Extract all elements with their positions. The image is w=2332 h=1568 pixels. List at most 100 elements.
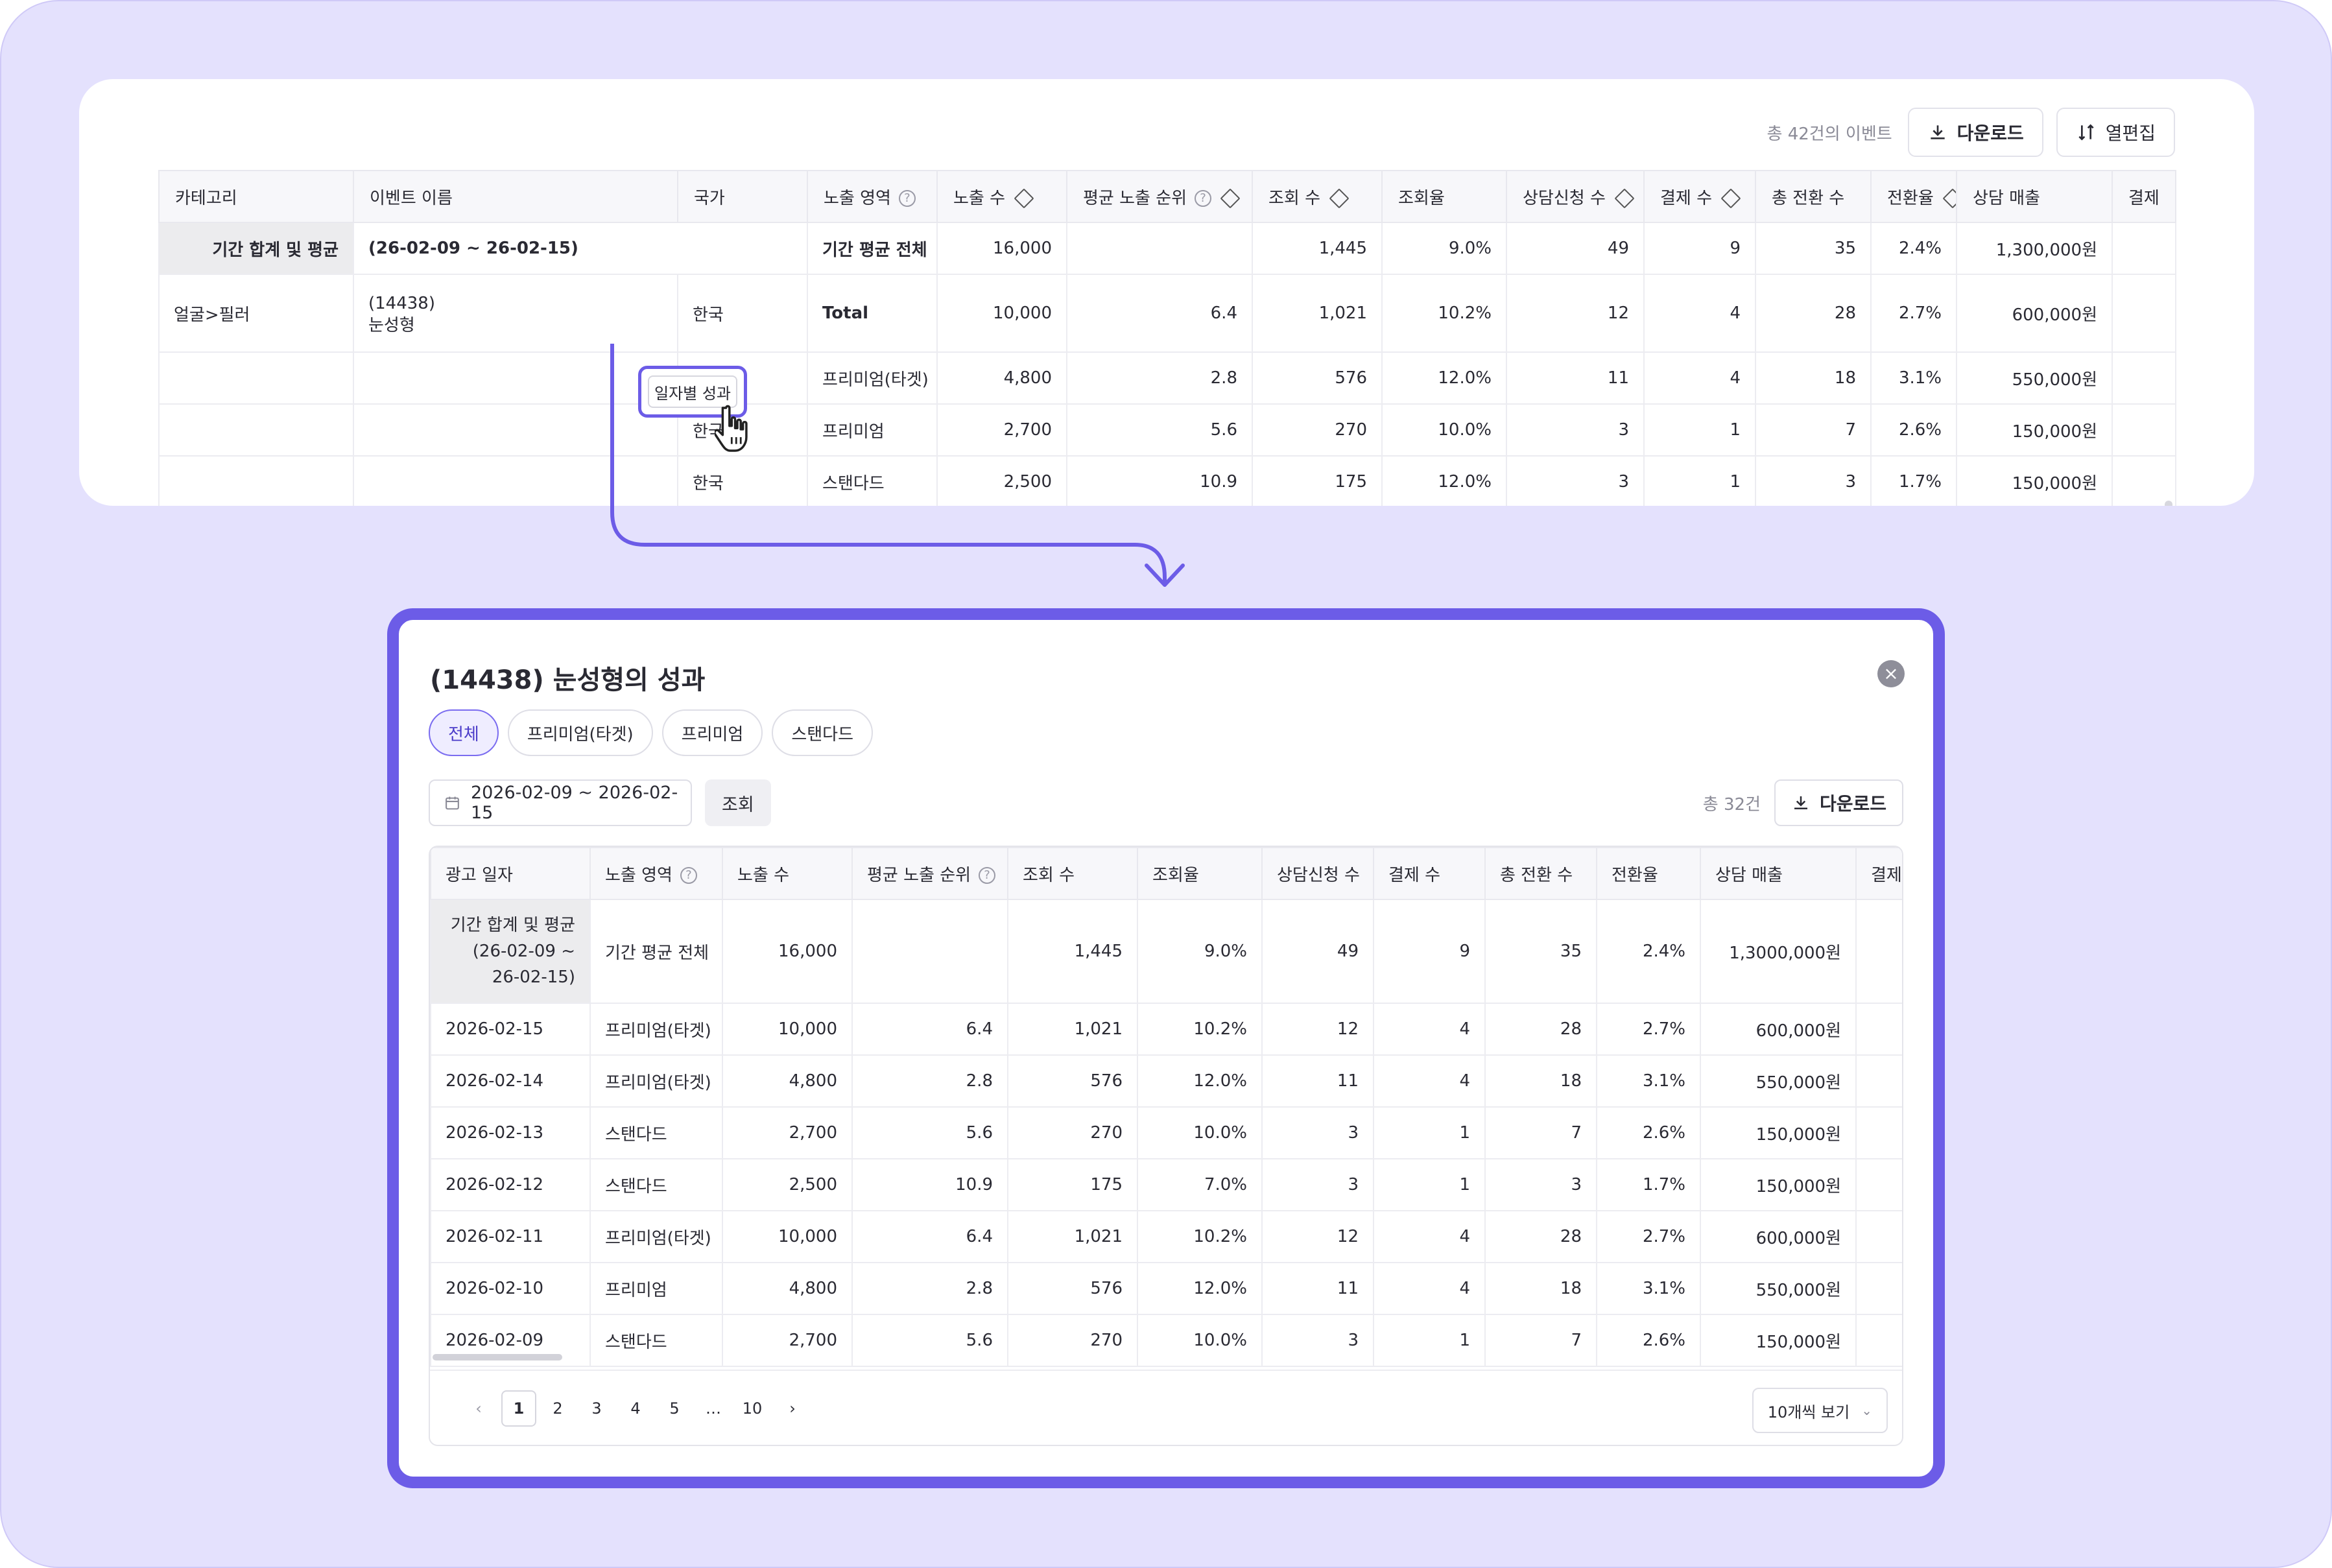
col-view-rate[interactable]: 조회율 (1137, 847, 1263, 900)
row-rank: 2.8 (851, 1054, 1008, 1108)
col-conv-rate[interactable]: 전환율 (1870, 170, 1957, 223)
col-views[interactable]: 조회 수 (1252, 170, 1383, 223)
row-consults: 3 (1261, 1106, 1374, 1159)
col-views[interactable]: 조회 수 (1007, 847, 1138, 900)
vertical-scrollbar[interactable] (2165, 501, 2172, 506)
table-row[interactable]: 2026-02-13 스탠다드 2,700 5.6 270 10.0% 3 1 7 2.6% 150… (430, 1106, 1902, 1159)
help-icon[interactable]: ? (898, 190, 916, 207)
sort-icon[interactable] (1329, 188, 1350, 209)
col-impressions[interactable]: 노출 수 (722, 847, 853, 900)
col-area[interactable]: 노출 영역? (589, 847, 723, 900)
sort-icon[interactable] (1720, 188, 1741, 209)
chevron-left-icon[interactable]: ‹ (461, 1390, 496, 1427)
col-conversions[interactable]: 총 전환 수 (1755, 170, 1872, 223)
col-conversions[interactable]: 총 전환 수 (1484, 847, 1597, 900)
row-view-rate: 10.2% (1381, 274, 1507, 353)
col-payment-amount[interactable]: 결제 (1855, 847, 1902, 900)
sort-icon[interactable] (1014, 188, 1034, 209)
row-category (158, 403, 354, 457)
page-button[interactable]: 5 (657, 1390, 692, 1427)
table-row[interactable]: 2026-02-09 스탠다드 2,700 5.6 270 10.0% 3 1 7 2.6% 150… (430, 1314, 1902, 1367)
row-impressions: 2,700 (936, 403, 1067, 457)
col-payment-amount[interactable]: 결제 (2112, 170, 2176, 223)
column-edit-button[interactable]: 열편집 (2056, 108, 2175, 157)
page-size-select[interactable]: 10개씩 보기 ⌄ (1752, 1388, 1888, 1433)
table-row[interactable]: 2026-02-15 프리미엄(타겟) 10,000 6.4 1,021 10.2% 12 4… (430, 1003, 1902, 1056)
col-event-name[interactable]: 이벤트 이름 (353, 170, 678, 223)
table-row[interactable]: 얼굴>필러 (14438) 눈성형 한국 Total 10,000 6.4 1,… (158, 274, 2176, 353)
summary-row: 기간 합계 및 평균 (26-02-09 ~ 26-02-15) 기간 평균 전… (158, 222, 2176, 275)
page-button[interactable]: 10 (735, 1390, 770, 1427)
horizontal-scrollbar[interactable] (433, 1354, 562, 1360)
sort-icon[interactable] (1220, 188, 1241, 209)
row-consults: 12 (1506, 274, 1645, 353)
table-row[interactable]: 2026-02-14 프리미엄(타겟) 4,800 2.8 576 12.0% 11 4 18 3… (430, 1054, 1902, 1108)
sort-icon[interactable] (1614, 188, 1635, 209)
row-area: 프리미엄(타겟) (589, 1054, 723, 1108)
table-row[interactable]: 2026-02-11 프리미엄(타겟) 10,000 6.4 1,021 10.2% 12 4… (430, 1210, 1902, 1263)
download-icon (1794, 796, 1807, 809)
col-revenue[interactable]: 상담 매출 (1700, 847, 1857, 900)
row-rank: 6.4 (851, 1210, 1008, 1263)
tab-standard[interactable]: 스탠다드 (772, 709, 874, 756)
event-category: 얼굴>필러 (158, 274, 354, 353)
table-row[interactable]: 한국 프리미엄(타겟) 4,800 2.8 576 12.0% 11 4 18 … (158, 351, 2176, 405)
summary-conversions: 35 (1755, 222, 1872, 275)
col-avg-rank[interactable]: 평균 노출 순위? (851, 847, 1008, 900)
col-avg-rank[interactable]: 평균 노출 순위? (1066, 170, 1253, 223)
col-payments[interactable]: 결제 수 (1373, 847, 1486, 900)
col-consults[interactable]: 상담신청 수 (1261, 847, 1374, 900)
page-button[interactable]: 4 (618, 1390, 653, 1427)
help-icon[interactable]: ? (1195, 190, 1212, 207)
date-range-picker[interactable]: 2026-02-09 ~ 2026-02-15 (429, 779, 692, 826)
row-conversions: 7 (1484, 1106, 1597, 1159)
table-row[interactable]: 한국 스탠다드 2,500 10.9 175 12.0% 3 1 3 1.7% … (158, 455, 2176, 506)
col-impressions[interactable]: 노출 수 (936, 170, 1067, 223)
area-tabs: 전체 프리미엄(타겟) 프리미엄 스탠다드 (429, 709, 874, 756)
col-ad-date[interactable]: 광고 일자 (430, 847, 591, 900)
tab-premium-target[interactable]: 프리미엄(타겟) (507, 709, 653, 756)
col-area[interactable]: 노출 영역? (807, 170, 938, 223)
modal-download-button[interactable]: 다운로드 (1774, 779, 1903, 826)
page-list: 1 2 3 4 5 … 10 (501, 1390, 770, 1427)
row-payments: 4 (1643, 351, 1756, 405)
help-icon[interactable]: ? (979, 867, 996, 884)
summary-conversions: 35 (1484, 899, 1597, 1004)
summary-consults: 49 (1506, 222, 1645, 275)
row-revenue: 150,000원 (1956, 455, 2113, 506)
row-conversions: 18 (1755, 351, 1872, 405)
table-row[interactable]: 한국 프리미엄 2,700 5.6 270 10.0% 3 1 7 2.6% 1… (158, 403, 2176, 457)
sort-icon[interactable] (1942, 188, 1955, 209)
row-category (158, 455, 354, 506)
row-conversions: 3 (1484, 1158, 1597, 1211)
col-view-rate[interactable]: 조회율 (1381, 170, 1507, 223)
page-button[interactable]: 3 (579, 1390, 614, 1427)
col-revenue[interactable]: 상담 매출 (1956, 170, 2113, 223)
row-payments: 1 (1373, 1158, 1486, 1211)
row-payment-amount (2112, 403, 2176, 457)
col-consults[interactable]: 상담신청 수 (1506, 170, 1645, 223)
chevron-right-icon[interactable]: › (775, 1390, 810, 1427)
col-payments-label: 결제 수 (1660, 188, 1713, 208)
col-payments[interactable]: 결제 수 (1643, 170, 1756, 223)
row-area: 프리미엄(타겟) (589, 1210, 723, 1263)
row-view-rate: 10.0% (1137, 1314, 1263, 1367)
page-button[interactable]: 1 (501, 1390, 536, 1427)
row-rank: 10.9 (1066, 455, 1253, 506)
close-icon[interactable]: × (1877, 660, 1905, 687)
modal-title: (14438) 눈성형의 성과 (430, 665, 706, 695)
table-row[interactable]: 2026-02-10 프리미엄 4,800 2.8 576 12.0% 11 4 18 3.1% 5… (430, 1262, 1902, 1315)
col-country[interactable]: 국가 (677, 170, 808, 223)
col-category[interactable]: 카테고리 (158, 170, 354, 223)
tab-premium[interactable]: 프리미엄 (661, 709, 763, 756)
tab-all[interactable]: 전체 (429, 709, 499, 756)
col-conv-rate[interactable]: 전환율 (1596, 847, 1701, 900)
summary-row: 기간 합계 및 평균 (26-02-09 ~ 26-02-15) 기간 평균 전… (430, 899, 1902, 1004)
row-rank: 6.4 (851, 1003, 1008, 1056)
page-button[interactable]: 2 (540, 1390, 575, 1427)
download-button[interactable]: 다운로드 (1907, 108, 2043, 157)
daily-table-container: 광고 일자 노출 영역? 노출 수 평균 노출 순위? 조회 수 조회율 상담신… (429, 846, 1903, 1446)
help-icon[interactable]: ? (680, 867, 697, 884)
table-row[interactable]: 2026-02-12 스탠다드 2,500 10.9 175 7.0% 3 1 3 1.7% 150… (430, 1158, 1902, 1211)
query-button[interactable]: 조회 (705, 779, 771, 826)
